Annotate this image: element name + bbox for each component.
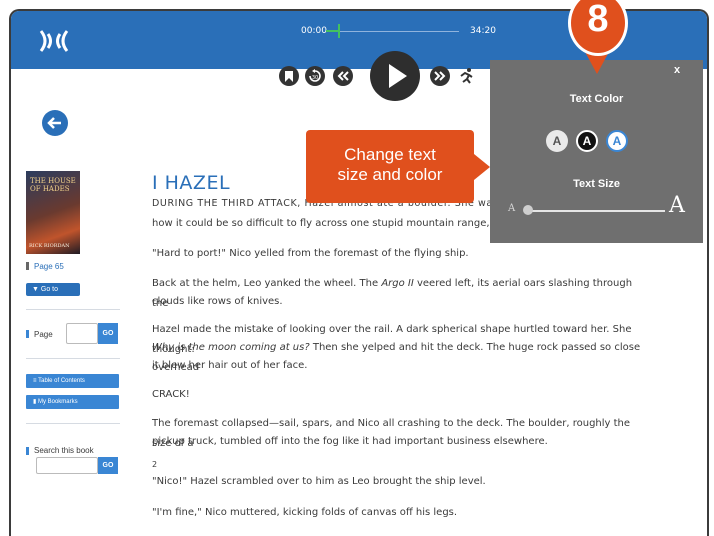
page-marker xyxy=(26,330,29,338)
callout-line-1: Change text xyxy=(344,145,436,164)
page-info-marker xyxy=(26,262,29,270)
color-swatch-black[interactable]: A xyxy=(576,130,598,152)
logo-icon xyxy=(39,30,69,52)
sidebar-divider xyxy=(26,309,120,310)
instruction-callout: Change text size and color xyxy=(306,130,474,203)
time-end: 34:20 xyxy=(470,26,496,36)
callout-line-2: size and color xyxy=(337,165,443,184)
paragraph-7: "Nico!" Hazel scrambled over to him as L… xyxy=(152,476,486,487)
panel-close-button[interactable]: x xyxy=(674,64,680,76)
color-swatch-blue[interactable]: A xyxy=(606,130,628,152)
svg-text:30: 30 xyxy=(312,75,318,81)
search-marker xyxy=(26,447,29,455)
paragraph-4-line-3: it blew her hair out of her face. xyxy=(152,360,308,371)
text-size-slider-track[interactable] xyxy=(530,210,665,212)
sidebar-divider xyxy=(26,423,120,424)
toc-label: Table of Contents xyxy=(38,378,85,384)
speed-button[interactable] xyxy=(455,65,477,87)
text-color-heading: Text Color xyxy=(569,93,624,105)
double-chevron-left-icon xyxy=(337,71,349,81)
paragraph-6-line-2: pickup truck, tumbled off into the fog l… xyxy=(152,436,548,447)
search-label: Search this book xyxy=(34,446,94,455)
book-cover: THE HOUSE OF HADES RICK RIORDAN xyxy=(26,171,80,254)
text-size-small-label: A xyxy=(508,203,516,214)
cover-title: THE HOUSE OF HADES xyxy=(30,177,76,193)
callout-arrow xyxy=(474,154,490,180)
text-size-large-label: A xyxy=(669,193,685,218)
play-icon xyxy=(389,64,407,88)
double-chevron-right-icon xyxy=(434,71,446,81)
search-input[interactable] xyxy=(36,457,98,474)
bookmarks-button[interactable]: ▮ My Bookmarks xyxy=(26,395,119,409)
search-go-button[interactable]: GO xyxy=(98,457,118,474)
bookmark-button[interactable] xyxy=(279,66,299,86)
previous-button[interactable] xyxy=(333,66,353,86)
audio-progress-thumb[interactable] xyxy=(338,24,340,38)
paragraph-2: "Hard to port!" Nico yelled from the for… xyxy=(152,248,469,259)
page-input[interactable] xyxy=(66,323,98,344)
toc-button[interactable]: ≡ Table of Contents xyxy=(26,374,119,388)
color-swatch-gray[interactable]: A xyxy=(546,130,568,152)
text-size-slider-knob[interactable] xyxy=(523,205,533,215)
page-info: Page 65 xyxy=(34,262,64,271)
audio-progress-track[interactable] xyxy=(326,31,459,32)
play-button[interactable] xyxy=(370,51,420,101)
paragraph-3-line-2: clouds like rows of knives. xyxy=(152,296,283,307)
rewind-30-button[interactable]: 30 xyxy=(305,66,325,86)
paragraph-8: "I'm fine," Nico muttered, kicking folds… xyxy=(152,507,458,518)
rewind-30-icon: 30 xyxy=(309,69,321,82)
bookmarks-label: My Bookmarks xyxy=(37,399,78,405)
step-number: 8 xyxy=(587,0,609,40)
sidebar-divider xyxy=(26,358,120,359)
runner-icon xyxy=(460,68,473,84)
arrow-left-icon xyxy=(47,117,61,129)
goto-button[interactable]: ▼ Go to xyxy=(26,283,80,296)
bookmark-icon xyxy=(285,70,293,82)
cover-author: RICK RIORDAN xyxy=(29,243,70,249)
back-button[interactable] xyxy=(42,110,68,136)
next-button[interactable] xyxy=(430,66,450,86)
time-start: 00:00 xyxy=(301,26,327,36)
chapter-title: I HAZEL xyxy=(152,172,231,194)
page-label: Page xyxy=(34,330,53,339)
text-size-heading: Text Size xyxy=(573,178,620,190)
page-go-button[interactable]: GO xyxy=(98,323,118,344)
paragraph-5: CRACK! xyxy=(152,389,190,400)
